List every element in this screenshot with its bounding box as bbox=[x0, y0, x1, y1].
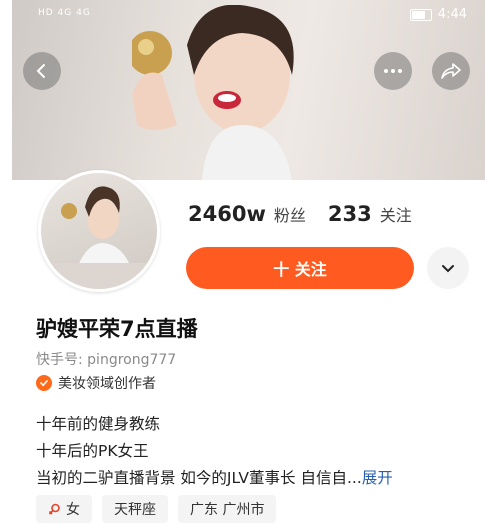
expand-bio-link[interactable]: 展开 bbox=[362, 469, 393, 487]
tag-gender-label: 女 bbox=[66, 502, 80, 518]
network-indicators: HD 4G 4G bbox=[38, 8, 91, 18]
cover-photo: HD 4G 4G 4:44 bbox=[12, 0, 485, 180]
chevron-left-icon bbox=[36, 64, 45, 78]
creator-label: 美妆领域创作者 bbox=[58, 376, 156, 392]
verified-check-icon bbox=[36, 375, 52, 391]
share-arrow-icon bbox=[441, 63, 461, 79]
tag-zodiac[interactable]: 天秤座 bbox=[102, 495, 168, 523]
status-right: 4:44 bbox=[409, 7, 467, 22]
tag-zodiac-label: 天秤座 bbox=[114, 502, 156, 518]
follow-button-label: 十 关注 bbox=[273, 260, 327, 279]
profile-stats: 2460w 粉丝 233 关注 bbox=[188, 202, 434, 226]
battery-icon bbox=[409, 8, 432, 21]
recommend-toggle-button[interactable] bbox=[427, 247, 469, 289]
bio-line-2: 十年后的PK女王 bbox=[36, 442, 149, 460]
followers-label[interactable]: 粉丝 bbox=[274, 202, 306, 226]
ellipsis-icon bbox=[384, 69, 402, 73]
follow-button[interactable]: 十 关注 bbox=[186, 247, 414, 289]
kuaishou-id: 快手号: pingrong777 bbox=[36, 352, 177, 368]
cover-figure-illustration bbox=[132, 5, 294, 180]
status-bar: HD 4G 4G 4:44 bbox=[12, 0, 485, 30]
bio-line-1: 十年前的健身教练 bbox=[36, 415, 161, 433]
back-button[interactable] bbox=[23, 52, 61, 90]
profile-name: 驴嫂平荣7点直播 bbox=[36, 317, 198, 341]
more-options-button[interactable] bbox=[374, 52, 412, 90]
share-button[interactable] bbox=[432, 52, 470, 90]
profile-tags: 女 天秤座 广东 广州市 bbox=[36, 495, 277, 523]
tag-location-label: 广东 广州市 bbox=[190, 502, 265, 518]
avatar-image bbox=[41, 186, 157, 289]
bio-line-3-text: 当初的二驴直播背景 如今的JLV董事长 自信自... bbox=[36, 469, 362, 487]
following-count: 233 bbox=[327, 202, 372, 226]
female-symbol-icon bbox=[48, 503, 60, 515]
clock: 4:44 bbox=[437, 7, 467, 22]
creator-badge-row[interactable]: 美妆领域创作者 bbox=[36, 373, 156, 393]
chevron-down-icon bbox=[442, 264, 454, 272]
following-label[interactable]: 关注 bbox=[380, 202, 412, 226]
tag-location[interactable]: 广东 广州市 bbox=[178, 495, 277, 523]
bio-line-3: 当初的二驴直播背景 如今的JLV董事长 自信自...展开 bbox=[36, 466, 393, 488]
avatar[interactable] bbox=[38, 170, 160, 292]
tag-gender[interactable]: 女 bbox=[36, 495, 92, 523]
followers-count: 2460w bbox=[188, 202, 266, 226]
